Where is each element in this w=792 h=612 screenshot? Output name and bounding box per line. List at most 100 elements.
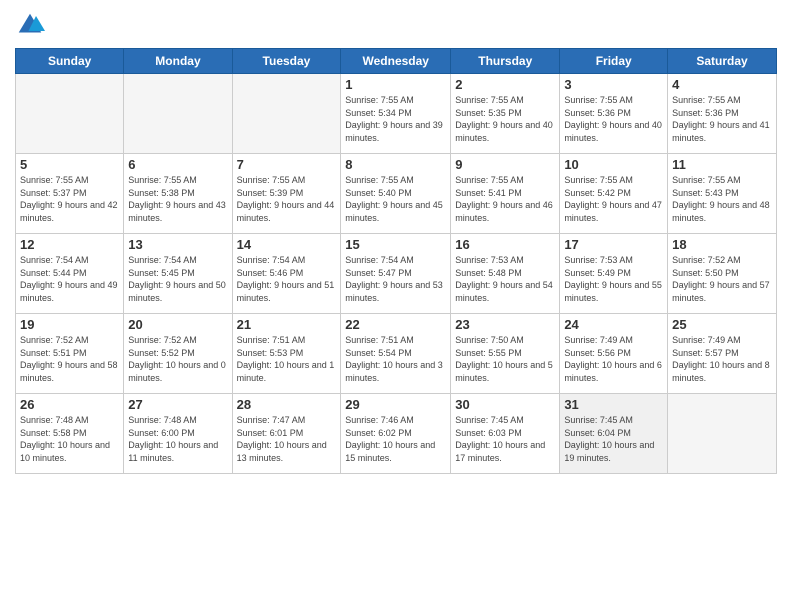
day-detail: Sunrise: 7:55 AMSunset: 5:39 PMDaylight:… xyxy=(237,174,337,224)
weekday-header-saturday: Saturday xyxy=(668,49,777,74)
calendar-cell: 28Sunrise: 7:47 AMSunset: 6:01 PMDayligh… xyxy=(232,394,341,474)
day-detail: Sunrise: 7:52 AMSunset: 5:51 PMDaylight:… xyxy=(20,334,119,384)
page-container: SundayMondayTuesdayWednesdayThursdayFrid… xyxy=(0,0,792,484)
day-number: 22 xyxy=(345,317,446,332)
day-number: 1 xyxy=(345,77,446,92)
day-number: 27 xyxy=(128,397,227,412)
day-detail: Sunrise: 7:55 AMSunset: 5:37 PMDaylight:… xyxy=(20,174,119,224)
calendar-cell: 25 Sunrise: 7:49 AMSunset: 5:57 PMDayligh… xyxy=(668,314,777,394)
calendar-cell: 22 Sunrise: 7:51 AMSunset: 5:54 PMDayligh… xyxy=(341,314,451,394)
calendar-cell: 4 Sunrise: 7:55 AMSunset: 5:36 PMDaylight… xyxy=(668,74,777,154)
day-detail: Sunrise: 7:54 AMSunset: 5:46 PMDaylight:… xyxy=(237,254,337,304)
day-detail: Sunrise: 7:50 AMSunset: 5:55 PMDaylight:… xyxy=(455,334,555,384)
day-detail: Sunrise: 7:49 AMSunset: 5:57 PMDaylight:… xyxy=(672,334,772,384)
day-number: 15 xyxy=(345,237,446,252)
calendar-cell: 13Sunrise: 7:54 AMSunset: 5:45 PMDayligh… xyxy=(124,234,232,314)
calendar-cell: 16 Sunrise: 7:53 AMSunset: 5:48 PMDayligh… xyxy=(451,234,560,314)
weekday-header-sunday: Sunday xyxy=(16,49,124,74)
day-detail: Sunrise: 7:52 AMSunset: 5:52 PMDaylight:… xyxy=(128,334,227,384)
day-number: 26 xyxy=(20,397,119,412)
day-number: 16 xyxy=(455,237,555,252)
calendar-cell: 8Sunrise: 7:55 AMSunset: 5:40 PMDaylight… xyxy=(341,154,451,234)
calendar-cell xyxy=(668,394,777,474)
day-detail: Sunrise: 7:54 AMSunset: 5:47 PMDaylight:… xyxy=(345,254,446,304)
day-detail: Sunrise: 7:55 AMSunset: 5:36 PMDaylight:… xyxy=(672,94,772,144)
calendar-cell: 17 Sunrise: 7:53 AMSunset: 5:49 PMDayligh… xyxy=(560,234,668,314)
day-detail: Sunrise: 7:53 AMSunset: 5:48 PMDaylight:… xyxy=(455,254,555,304)
day-number: 4 xyxy=(672,77,772,92)
calendar-cell: 3 Sunrise: 7:55 AMSunset: 5:36 PMDaylight… xyxy=(560,74,668,154)
calendar-cell: 1 Sunrise: 7:55 AMSunset: 5:34 PMDaylight… xyxy=(341,74,451,154)
calendar-cell: 21Sunrise: 7:51 AMSunset: 5:53 PMDayligh… xyxy=(232,314,341,394)
day-detail: Sunrise: 7:48 AMSunset: 6:00 PMDaylight:… xyxy=(128,414,227,464)
calendar-cell: 24 Sunrise: 7:49 AMSunset: 5:56 PMDayligh… xyxy=(560,314,668,394)
day-detail: Sunrise: 7:54 AMSunset: 5:44 PMDaylight:… xyxy=(20,254,119,304)
day-detail: Sunrise: 7:45 AMSunset: 6:04 PMDaylight:… xyxy=(564,414,663,464)
logo-icon xyxy=(15,10,45,40)
weekday-header-wednesday: Wednesday xyxy=(341,49,451,74)
day-number: 13 xyxy=(128,237,227,252)
day-detail: Sunrise: 7:55 AMSunset: 5:38 PMDaylight:… xyxy=(128,174,227,224)
day-detail: Sunrise: 7:48 AMSunset: 5:58 PMDaylight:… xyxy=(20,414,119,464)
day-detail: Sunrise: 7:55 AMSunset: 5:41 PMDaylight:… xyxy=(455,174,555,224)
calendar-cell: 30 Sunrise: 7:45 AMSunset: 6:03 PMDayligh… xyxy=(451,394,560,474)
day-number: 23 xyxy=(455,317,555,332)
calendar-cell: 23 Sunrise: 7:50 AMSunset: 5:55 PMDayligh… xyxy=(451,314,560,394)
header xyxy=(15,10,777,40)
calendar-cell: 6 Sunrise: 7:55 AMSunset: 5:38 PMDaylight… xyxy=(124,154,232,234)
day-number: 7 xyxy=(237,157,337,172)
weekday-header-monday: Monday xyxy=(124,49,232,74)
day-number: 25 xyxy=(672,317,772,332)
calendar-cell: 2Sunrise: 7:55 AMSunset: 5:35 PMDaylight… xyxy=(451,74,560,154)
day-detail: Sunrise: 7:55 AMSunset: 5:43 PMDaylight:… xyxy=(672,174,772,224)
calendar-cell xyxy=(124,74,232,154)
day-number: 29 xyxy=(345,397,446,412)
day-detail: Sunrise: 7:55 AMSunset: 5:42 PMDaylight:… xyxy=(564,174,663,224)
day-detail: Sunrise: 7:55 AMSunset: 5:34 PMDaylight:… xyxy=(345,94,446,144)
day-detail: Sunrise: 7:55 AMSunset: 5:35 PMDaylight:… xyxy=(455,94,555,144)
day-number: 12 xyxy=(20,237,119,252)
weekday-header-thursday: Thursday xyxy=(451,49,560,74)
day-detail: Sunrise: 7:47 AMSunset: 6:01 PMDaylight:… xyxy=(237,414,337,464)
day-detail: Sunrise: 7:51 AMSunset: 5:54 PMDaylight:… xyxy=(345,334,446,384)
calendar-week-row: 12 Sunrise: 7:54 AMSunset: 5:44 PMDayligh… xyxy=(16,234,777,314)
day-number: 3 xyxy=(564,77,663,92)
day-number: 19 xyxy=(20,317,119,332)
day-detail: Sunrise: 7:45 AMSunset: 6:03 PMDaylight:… xyxy=(455,414,555,464)
day-number: 24 xyxy=(564,317,663,332)
day-detail: Sunrise: 7:49 AMSunset: 5:56 PMDaylight:… xyxy=(564,334,663,384)
day-number: 14 xyxy=(237,237,337,252)
calendar-cell: 19 Sunrise: 7:52 AMSunset: 5:51 PMDayligh… xyxy=(16,314,124,394)
calendar-cell xyxy=(232,74,341,154)
day-detail: Sunrise: 7:52 AMSunset: 5:50 PMDaylight:… xyxy=(672,254,772,304)
day-detail: Sunrise: 7:46 AMSunset: 6:02 PMDaylight:… xyxy=(345,414,446,464)
calendar-table: SundayMondayTuesdayWednesdayThursdayFrid… xyxy=(15,48,777,474)
calendar-cell: 12 Sunrise: 7:54 AMSunset: 5:44 PMDayligh… xyxy=(16,234,124,314)
calendar-cell: 20 Sunrise: 7:52 AMSunset: 5:52 PMDayligh… xyxy=(124,314,232,394)
calendar-cell: 14 Sunrise: 7:54 AMSunset: 5:46 PMDayligh… xyxy=(232,234,341,314)
calendar-cell: 29 Sunrise: 7:46 AMSunset: 6:02 PMDayligh… xyxy=(341,394,451,474)
weekday-header-friday: Friday xyxy=(560,49,668,74)
day-number: 20 xyxy=(128,317,227,332)
day-number: 31 xyxy=(564,397,663,412)
calendar-cell: 9Sunrise: 7:55 AMSunset: 5:41 PMDaylight… xyxy=(451,154,560,234)
calendar-cell: 26 Sunrise: 7:48 AMSunset: 5:58 PMDayligh… xyxy=(16,394,124,474)
day-number: 17 xyxy=(564,237,663,252)
day-detail: Sunrise: 7:55 AMSunset: 5:40 PMDaylight:… xyxy=(345,174,446,224)
calendar-cell: 27 Sunrise: 7:48 AMSunset: 6:00 PMDayligh… xyxy=(124,394,232,474)
calendar-cell: 7 Sunrise: 7:55 AMSunset: 5:39 PMDaylight… xyxy=(232,154,341,234)
calendar-week-row: 1 Sunrise: 7:55 AMSunset: 5:34 PMDaylight… xyxy=(16,74,777,154)
weekday-header-row: SundayMondayTuesdayWednesdayThursdayFrid… xyxy=(16,49,777,74)
day-detail: Sunrise: 7:51 AMSunset: 5:53 PMDaylight:… xyxy=(237,334,337,384)
calendar-week-row: 19 Sunrise: 7:52 AMSunset: 5:51 PMDayligh… xyxy=(16,314,777,394)
day-number: 30 xyxy=(455,397,555,412)
day-detail: Sunrise: 7:55 AMSunset: 5:36 PMDaylight:… xyxy=(564,94,663,144)
calendar-cell: 15 Sunrise: 7:54 AMSunset: 5:47 PMDayligh… xyxy=(341,234,451,314)
day-number: 18 xyxy=(672,237,772,252)
calendar-cell: 5Sunrise: 7:55 AMSunset: 5:37 PMDaylight… xyxy=(16,154,124,234)
calendar-cell: 18 Sunrise: 7:52 AMSunset: 5:50 PMDayligh… xyxy=(668,234,777,314)
calendar-cell: 11Sunrise: 7:55 AMSunset: 5:43 PMDayligh… xyxy=(668,154,777,234)
day-number: 6 xyxy=(128,157,227,172)
calendar-week-row: 26 Sunrise: 7:48 AMSunset: 5:58 PMDayligh… xyxy=(16,394,777,474)
day-detail: Sunrise: 7:53 AMSunset: 5:49 PMDaylight:… xyxy=(564,254,663,304)
